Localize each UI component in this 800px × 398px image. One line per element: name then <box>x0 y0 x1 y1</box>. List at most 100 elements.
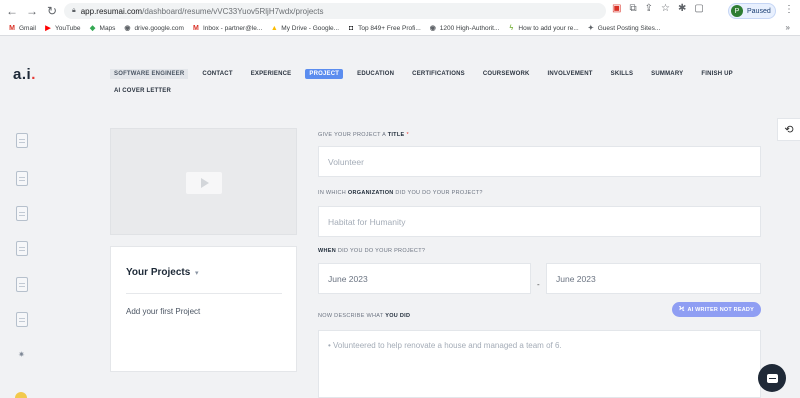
globe-icon: ◉ <box>429 25 436 32</box>
extensions-puzzle-icon[interactable]: ✱ <box>678 3 686 14</box>
bookmark-item[interactable]: M Inbox - partner@le... <box>192 25 262 32</box>
bolt-icon: ϟ <box>509 25 514 32</box>
settings-icon[interactable]: ✷ <box>17 350 26 359</box>
gmail-icon: M <box>193 25 199 32</box>
bolt-icon: ϟ <box>679 306 685 313</box>
end-date-input[interactable]: June 2023 <box>546 263 761 294</box>
tab-row: AI Cover Letter <box>110 85 760 97</box>
template-icon[interactable] <box>16 277 28 292</box>
when-label: When did you do your project? <box>318 248 426 254</box>
bookmark-item[interactable]: ◉ drive.google.com <box>123 25 184 32</box>
tab-contact[interactable]: Contact <box>198 69 236 79</box>
open-in-app-icon[interactable]: ⧉ <box>629 3 636 14</box>
reload-icon[interactable]: ↻ <box>44 3 60 19</box>
tab-skills[interactable]: Skills <box>607 69 638 79</box>
section-tabs: Software Engineer Contact Experience Projec… <box>110 68 760 97</box>
notes-icon[interactable] <box>16 312 28 327</box>
projects-panel: Your Projects ▾ Add your first Project <box>110 246 297 372</box>
tab-summary[interactable]: Summary <box>647 69 687 79</box>
tab-finish-up[interactable]: Finish Up <box>697 69 736 79</box>
organization-label: In which organization did you do your pr… <box>318 190 483 196</box>
bookmark-item[interactable]: ϟ How to add your re... <box>507 25 579 32</box>
chat-icon <box>766 373 778 383</box>
avatar: P <box>731 5 743 17</box>
resume-icon[interactable] <box>16 171 28 186</box>
browser-action-icons: ▣ ⧉ ⇪ ☆ ✱ ▢ <box>612 3 704 14</box>
extension-icon[interactable]: ▣ <box>612 3 621 14</box>
tab-ai-cover-letter[interactable]: AI Cover Letter <box>110 86 175 96</box>
address-bar[interactable]: 🔒︎ app.resumai.com /dashboard/resume/vVC… <box>64 3 606 19</box>
bookmark-label: Gmail <box>19 25 36 32</box>
side-panel-icon[interactable]: ▢ <box>694 3 703 14</box>
gmail-icon: M <box>9 25 15 32</box>
forward-icon[interactable]: → <box>24 3 40 19</box>
share-icon[interactable]: ⇪ <box>645 3 653 14</box>
chat-button[interactable] <box>758 364 786 392</box>
date-separator: - <box>537 280 540 289</box>
star-icon: ✦ <box>587 25 594 32</box>
browser-toolbar: ← → ↻ 🔒︎ app.resumai.com /dashboard/resu… <box>0 0 800 22</box>
bookmark-item[interactable]: ◘ Top 849+ Free Profi... <box>347 25 421 32</box>
bookmark-label: drive.google.com <box>134 25 184 32</box>
bookmark-item[interactable]: ▶ YouTube <box>44 25 81 32</box>
profile-button[interactable]: P Paused <box>728 3 776 19</box>
tab-education[interactable]: Education <box>353 69 398 79</box>
cover-letter-icon[interactable] <box>16 206 28 221</box>
more-bookmarks-icon[interactable]: » <box>786 23 790 32</box>
divider <box>126 293 282 294</box>
app-logo[interactable]: a.i. <box>13 66 36 83</box>
chevron-down-icon[interactable]: ▾ <box>195 269 199 277</box>
bookmark-star-icon[interactable]: ☆ <box>661 3 670 14</box>
maps-icon: ◆ <box>89 25 96 32</box>
site-icon: ◘ <box>348 25 354 32</box>
tab-row: Software Engineer Contact Experience Projec… <box>110 68 760 80</box>
tutorial-video[interactable] <box>110 128 297 235</box>
organization-input[interactable]: Habitat for Humanity <box>318 206 761 237</box>
describe-label: Now describe what you did <box>318 313 411 319</box>
bookmarks-bar: M Gmail ▶ YouTube ◆ Maps ◉ drive.google.com M Inb… <box>0 22 800 36</box>
document-icon[interactable] <box>16 133 28 148</box>
tab-experience[interactable]: Experience <box>247 69 296 79</box>
profile-status: Paused <box>747 7 771 15</box>
drive-icon: ▲ <box>270 25 278 32</box>
back-icon[interactable]: ← <box>4 3 20 19</box>
tab-software-engineer[interactable]: Software Engineer <box>110 69 189 79</box>
bookmark-label: Guest Posting Sites... <box>597 25 661 32</box>
tab-involvement[interactable]: Involvement <box>544 69 597 79</box>
bookmark-item[interactable]: ▲ My Drive - Google... <box>270 25 339 32</box>
globe-icon: ◉ <box>124 25 131 32</box>
play-icon[interactable] <box>186 172 222 194</box>
lock-icon: 🔒︎ <box>72 7 76 14</box>
projects-title[interactable]: Your Projects <box>126 267 190 278</box>
bookmark-label: Inbox - partner@le... <box>202 25 263 32</box>
ai-writer-button[interactable]: ϟ AI Writer Not Ready <box>672 302 761 317</box>
add-project-link[interactable]: Add your first Project <box>126 307 200 316</box>
url-path: /dashboard/resume/vVC33Yuov5RljH7wdx/pro… <box>142 6 324 16</box>
start-date-input[interactable]: June 2023 <box>318 263 531 294</box>
project-title-input[interactable]: Volunteer <box>318 146 761 177</box>
upgrade-badge-icon[interactable] <box>15 392 27 398</box>
app-area: a.i. ✷ Software Engineer Contact Experienc… <box>0 36 800 398</box>
bookmark-label: Maps <box>99 25 116 32</box>
bookmark-item[interactable]: ◉ 1200 High-Authorit... <box>429 25 500 32</box>
tab-certifications[interactable]: Certifications <box>408 69 469 79</box>
bookmark-label: Top 849+ Free Profi... <box>358 25 421 32</box>
bookmark-label: My Drive - Google... <box>281 25 340 32</box>
tab-project[interactable]: Project <box>305 69 344 79</box>
tab-coursework[interactable]: Coursework <box>479 69 534 79</box>
history-icon[interactable]: ⟲ <box>777 118 800 141</box>
bookmark-label: YouTube <box>54 25 81 32</box>
checklist-icon[interactable] <box>16 241 28 256</box>
required-marker: * <box>406 132 409 138</box>
bookmark-item[interactable]: ◆ Maps <box>89 25 116 32</box>
bookmark-item[interactable]: M Gmail <box>8 25 36 32</box>
bookmark-item[interactable]: ✦ Guest Posting Sites... <box>587 25 661 32</box>
ai-writer-label: AI Writer Not Ready <box>687 306 754 313</box>
youtube-icon: ▶ <box>45 25 51 32</box>
url-host: app.resumai.com <box>80 6 143 16</box>
description-textarea[interactable]: • Volunteered to help renovate a house a… <box>318 330 761 398</box>
bookmark-label: 1200 High-Authorit... <box>439 25 500 32</box>
chrome-menu-icon[interactable]: ⋮ <box>784 4 794 15</box>
left-rail: a.i. ✷ <box>0 36 44 398</box>
title-label: Give your project a title * <box>318 132 409 138</box>
